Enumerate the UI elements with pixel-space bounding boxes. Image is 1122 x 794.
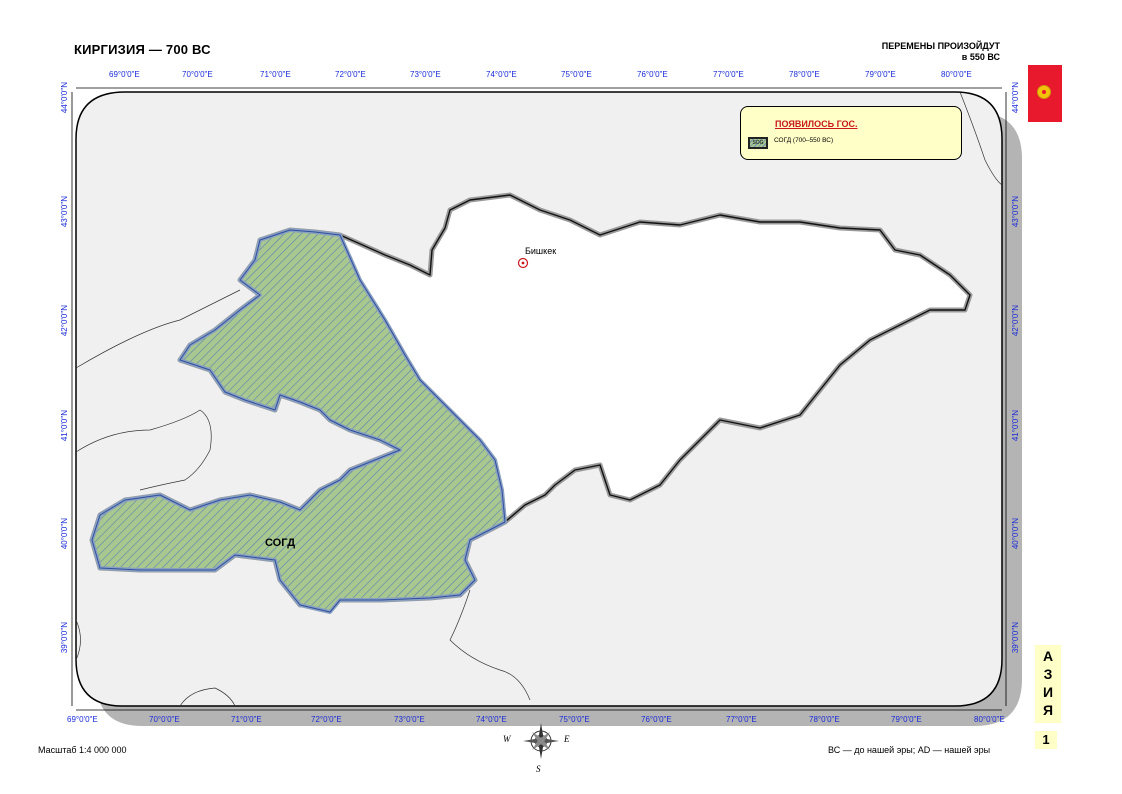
lat-label-left: 43°0'0"N bbox=[60, 196, 69, 228]
lon-label-top: 77°0'0"E bbox=[713, 70, 744, 79]
lon-label-bottom: 71°0'0"E bbox=[231, 715, 262, 724]
lon-label-top: 76°0'0"E bbox=[637, 70, 668, 79]
compass-w: W bbox=[503, 734, 511, 744]
lat-label-left: 39°0'0"N bbox=[60, 622, 69, 654]
scale-note: Масштаб 1:4 000 000 bbox=[38, 745, 127, 755]
lon-label-top: 80°0'0"E bbox=[941, 70, 972, 79]
lon-label-bottom: 72°0'0"E bbox=[311, 715, 342, 724]
lon-label-top: 69°0'0"E bbox=[109, 70, 140, 79]
continent-letter: Я bbox=[1042, 702, 1054, 718]
lon-label-top: 73°0'0"E bbox=[410, 70, 441, 79]
lon-label-top: 79°0'0"E bbox=[865, 70, 896, 79]
lon-label-bottom: 78°0'0"E bbox=[809, 715, 840, 724]
page-number: 1 bbox=[1035, 731, 1057, 749]
continent-letter: И bbox=[1042, 684, 1054, 700]
legend-item: СОГД (700–550 ВС) bbox=[774, 137, 834, 144]
lat-label-right: 44°0'0"N bbox=[1011, 82, 1020, 114]
continent-tab: А З И Я bbox=[1035, 645, 1061, 723]
capital-city-icon bbox=[517, 257, 529, 269]
lon-label-bottom: 79°0'0"E bbox=[891, 715, 922, 724]
region-label: СОГД bbox=[265, 537, 296, 549]
lat-label-right: 43°0'0"N bbox=[1011, 196, 1020, 228]
compass-rose-icon bbox=[523, 723, 559, 759]
lat-label-right: 39°0'0"N bbox=[1011, 622, 1020, 654]
lon-label-bottom: 73°0'0"E bbox=[394, 715, 425, 724]
compass-s: S bbox=[536, 764, 541, 774]
lat-label-left: 44°0'0"N bbox=[60, 82, 69, 114]
lon-label-top: 74°0'0"E bbox=[486, 70, 517, 79]
lat-label-right: 41°0'0"N bbox=[1011, 410, 1020, 442]
lon-label-bottom: 70°0'0"E bbox=[149, 715, 180, 724]
lon-label-bottom: 77°0'0"E bbox=[726, 715, 757, 724]
lon-label-bottom: 75°0'0"E bbox=[559, 715, 590, 724]
legend-swatch: SOG bbox=[748, 137, 768, 149]
lat-label-left: 42°0'0"N bbox=[60, 305, 69, 337]
legend-title: ПОЯВИЛОСЬ ГОС. bbox=[775, 119, 858, 129]
lat-label-left: 40°0'0"N bbox=[60, 518, 69, 550]
lat-label-left: 41°0'0"N bbox=[60, 410, 69, 442]
lon-label-top: 71°0'0"E bbox=[260, 70, 291, 79]
compass-e: E bbox=[564, 734, 570, 744]
legend: ПОЯВИЛОСЬ ГОС. SOG СОГД (700–550 ВС) bbox=[740, 106, 962, 160]
city-label: Бишкек bbox=[525, 246, 557, 256]
lat-label-right: 40°0'0"N bbox=[1011, 518, 1020, 550]
continent-letter: А bbox=[1042, 648, 1054, 664]
lon-label-top: 72°0'0"E bbox=[335, 70, 366, 79]
lon-label-bottom: 69°0'0"E bbox=[67, 715, 98, 724]
lat-label-right: 42°0'0"N bbox=[1011, 305, 1020, 337]
continent-letter: З bbox=[1043, 666, 1053, 682]
lon-label-top: 75°0'0"E bbox=[561, 70, 592, 79]
era-note: ВС — до нашей эры; AD — нашей эры bbox=[828, 745, 991, 755]
lon-label-bottom: 80°0'0"E bbox=[974, 715, 1005, 724]
lon-label-top: 70°0'0"E bbox=[182, 70, 213, 79]
lon-label-top: 78°0'0"E bbox=[789, 70, 820, 79]
lon-label-bottom: 76°0'0"E bbox=[641, 715, 672, 724]
lon-label-bottom: 74°0'0"E bbox=[476, 715, 507, 724]
